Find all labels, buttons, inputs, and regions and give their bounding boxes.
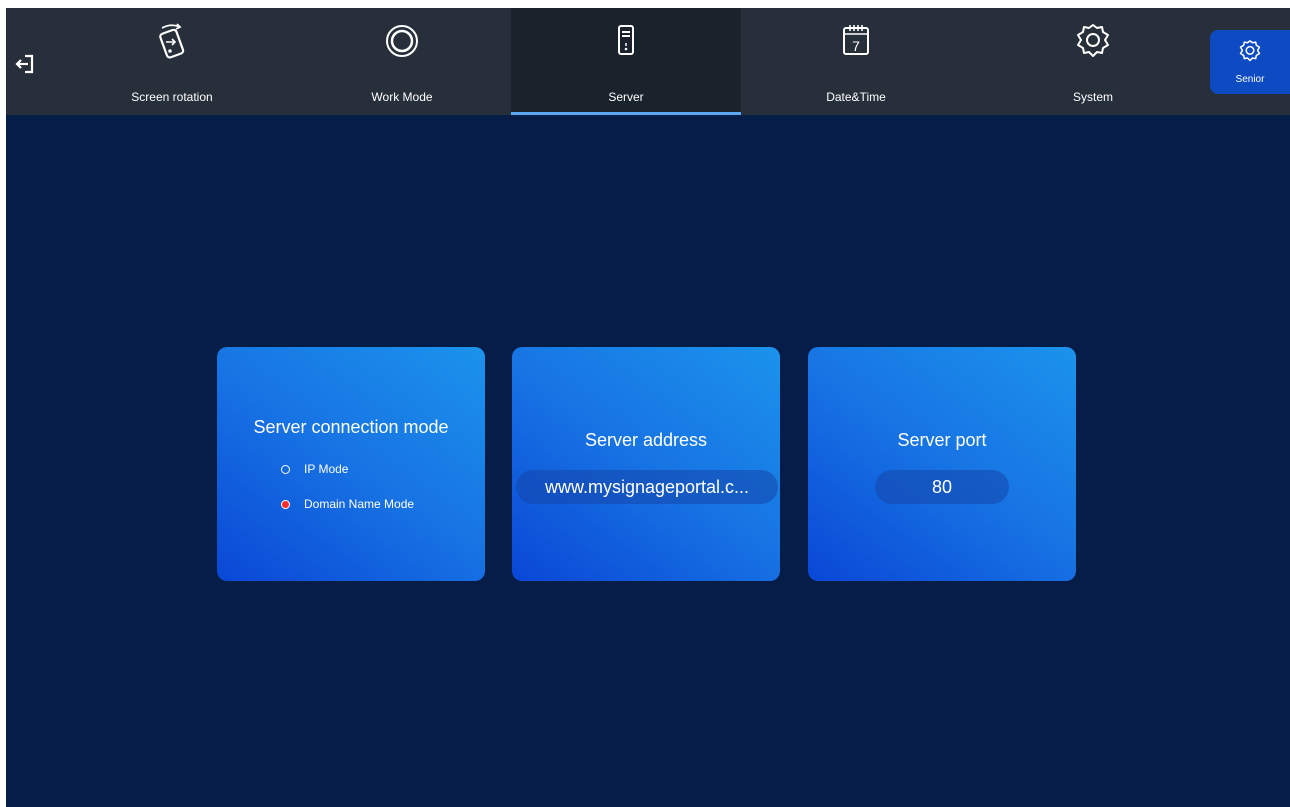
radio-button[interactable] [281, 464, 290, 474]
tab-label: Screen rotation [131, 90, 213, 104]
calendar-day: 7 [852, 38, 860, 54]
tab-server[interactable]: Server [511, 8, 741, 115]
domain-name-mode-option[interactable]: Domain Name Mode [281, 495, 414, 513]
server-port-input[interactable]: 80 [875, 470, 1009, 504]
work-mode-icon [383, 22, 421, 64]
radio-button-selected[interactable] [281, 499, 290, 509]
option-label: Domain Name Mode [304, 497, 415, 511]
gear-icon [1235, 39, 1265, 65]
screen-rotation-icon [153, 22, 191, 64]
senior-button[interactable]: Senior [1210, 30, 1290, 94]
server-address-input[interactable]: www.mysignageportal.c... [516, 470, 778, 504]
tab-system[interactable]: System [978, 8, 1208, 115]
settings-screen: Screen rotation Work Mode Server 7 Date&… [6, 8, 1290, 807]
server-address-card: Server address www.mysignageportal.c... [512, 347, 780, 581]
senior-label: Senior [1235, 74, 1265, 85]
tab-work-mode[interactable]: Work Mode [287, 8, 517, 115]
tab-label: Date&Time [826, 90, 886, 104]
card-title: Server connection mode [253, 417, 449, 437]
tab-date-time[interactable]: 7 Date&Time [741, 8, 971, 115]
gear-icon [1074, 22, 1112, 64]
tab-label: Work Mode [371, 90, 433, 104]
active-tab-indicator [511, 112, 741, 115]
option-label: IP Mode [304, 462, 349, 476]
tab-label: Server [608, 90, 644, 104]
top-navigation-bar: Screen rotation Work Mode Server 7 Date&… [6, 8, 1290, 115]
card-title: Server port [897, 430, 987, 450]
server-icon [607, 22, 645, 64]
tab-label: System [1072, 90, 1113, 104]
card-title: Server address [584, 430, 708, 450]
ip-mode-option[interactable]: IP Mode [281, 460, 348, 478]
exit-icon [15, 54, 34, 74]
exit-button[interactable] [11, 50, 39, 78]
tab-screen-rotation[interactable]: Screen rotation [57, 8, 287, 115]
connection-mode-card: Server connection mode IP Mode Domain Na… [217, 347, 485, 581]
server-port-card: Server port 80 [808, 347, 1076, 581]
calendar-icon: 7 [837, 22, 875, 64]
